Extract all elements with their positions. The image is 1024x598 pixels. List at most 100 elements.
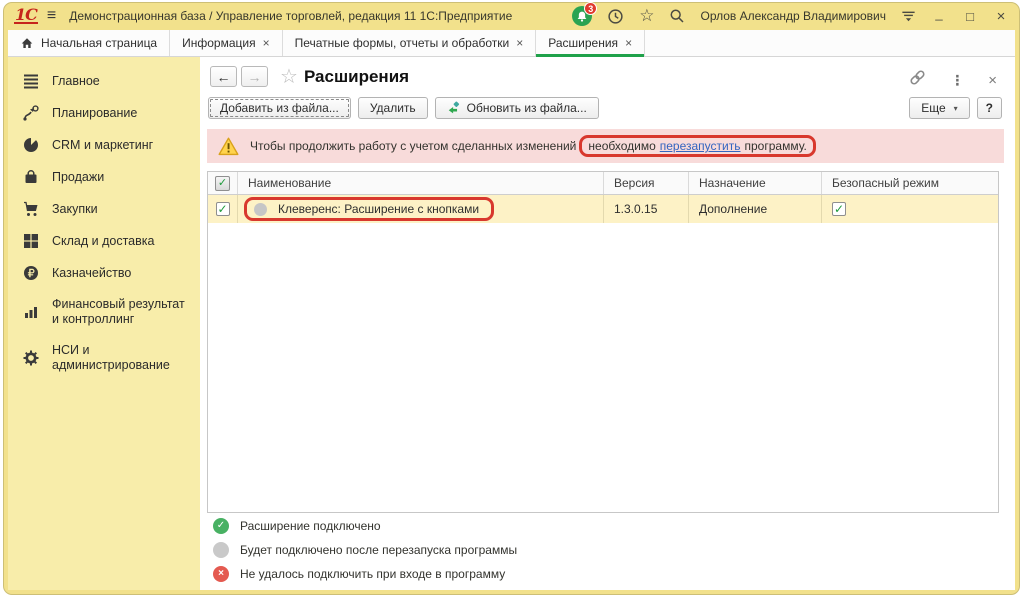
add-from-file-button[interactable]: Добавить из файла... [208, 97, 351, 119]
sidebar-item-label: Склад и доставка [52, 234, 154, 249]
sidebar-item-crm[interactable]: CRM и маркетинг [8, 129, 200, 161]
back-button[interactable]: ← [210, 66, 237, 87]
check-icon: ✓ [834, 203, 844, 215]
user-menu[interactable]: Орлов Александр Владимирович [700, 9, 886, 23]
sidebar-item-financial-result[interactable]: Финансовый результат и контроллинг [8, 289, 200, 335]
select-all-checkbox[interactable]: ✓ [208, 172, 238, 194]
maximize-button[interactable]: □ [962, 9, 978, 24]
table-row[interactable]: ✓ Клеверенс: Расширение с кнопками 1.3.0… [208, 195, 998, 223]
gear-icon [23, 350, 39, 366]
check-icon: ✓ [217, 521, 225, 531]
sidebar-item-sales[interactable]: Продажи [8, 161, 200, 193]
sidebar-item-purchases[interactable]: Закупки [8, 193, 200, 225]
column-header-version[interactable]: Версия [604, 172, 689, 194]
help-button[interactable]: ? [977, 97, 1002, 119]
column-header-purpose[interactable]: Назначение [689, 172, 822, 194]
1c-logo-icon: 1С [14, 8, 38, 24]
sidebar-item-label: Главное [52, 74, 100, 89]
close-form-icon[interactable]: × [988, 73, 997, 88]
more-button[interactable]: Еще ▾ [909, 97, 969, 119]
sidebar-item-administration[interactable]: НСИ и администрирование [8, 335, 200, 381]
close-tab-icon[interactable]: × [516, 37, 523, 49]
home-icon [20, 37, 34, 50]
extension-name: Клеверенс: Расширение с кнопками [278, 202, 479, 216]
history-icon[interactable] [607, 8, 624, 25]
pie-chart-icon [23, 137, 39, 153]
table-empty-area [208, 223, 998, 512]
check-icon: ✓ [218, 178, 227, 189]
restart-warning-banner: Чтобы продолжить работу с учетом сделанн… [207, 129, 1004, 163]
update-button-label: Обновить из файла... [467, 101, 587, 115]
legend-item-connected: ✓ Расширение подключено [213, 518, 517, 534]
check-icon: ✓ [217, 203, 227, 215]
sidebar-item-label: Казначейство [52, 266, 131, 281]
close-tab-icon[interactable]: × [625, 37, 632, 49]
main-menu-icon[interactable]: ≡ [47, 8, 56, 24]
menu-lines-icon [23, 73, 39, 89]
notifications-bell-icon[interactable]: 3 [572, 6, 592, 26]
sidebar-item-main[interactable]: Главное [8, 65, 200, 97]
close-window-button[interactable]: × [993, 8, 1009, 25]
page-title: Расширения [304, 67, 409, 87]
extension-version: 1.3.0.15 [604, 195, 689, 223]
column-header-name[interactable]: Наименование [238, 172, 604, 194]
sidebar: Главное Планирование CRM и маркетин [8, 57, 200, 590]
sidebar-item-label: Закупки [52, 202, 98, 217]
service-menu-icon[interactable] [901, 9, 916, 23]
add-to-favorites-star-icon[interactable]: ☆ [280, 67, 298, 87]
app-window: 1С ≡ Демонстрационная база / Управление … [3, 2, 1020, 595]
status-legend: ✓ Расширение подключено Будет подключено… [213, 518, 517, 582]
tab-home[interactable]: Начальная страница [8, 30, 170, 56]
annotation-box-row: Клеверенс: Расширение с кнопками [244, 197, 494, 221]
ruble-circle-icon [23, 265, 39, 281]
update-from-file-button[interactable]: Обновить из файла... [435, 97, 599, 119]
sidebar-item-planning[interactable]: Планирование [8, 97, 200, 129]
close-tab-icon[interactable]: × [263, 37, 270, 49]
search-icon[interactable] [669, 8, 685, 24]
status-pending-icon [254, 203, 267, 216]
column-header-safe-mode[interactable]: Безопасный режим [822, 172, 998, 194]
legend-item-pending: Будет подключено после перезапуска прогр… [213, 542, 517, 558]
chevron-down-icon: ▾ [954, 104, 958, 113]
legend-label: Не удалось подключить при входе в програ… [240, 567, 505, 581]
more-button-label: Еще [921, 101, 945, 115]
legend-label: Будет подключено после перезапуска прогр… [240, 543, 517, 557]
sidebar-item-warehouse[interactable]: Склад и доставка [8, 225, 200, 257]
update-icon [447, 101, 461, 115]
command-bar: Добавить из файла... Удалить Обновить из… [208, 97, 1002, 119]
tab-print-forms[interactable]: Печатные формы, отчеты и обработки × [283, 30, 537, 56]
cart-icon [23, 201, 39, 217]
sidebar-item-label: Финансовый результат и контроллинг [52, 297, 194, 327]
notification-badge: 3 [584, 2, 597, 15]
kebab-menu-icon[interactable]: ⋮ [950, 73, 964, 87]
minimize-button[interactable]: _ [931, 6, 947, 21]
table-header: ✓ Наименование Версия Назначение Безопас… [208, 172, 998, 195]
sidebar-item-treasury[interactable]: Казначейство [8, 257, 200, 289]
warning-text: программу. [745, 139, 807, 153]
warning-text: необходимо [588, 139, 655, 153]
sidebar-item-label: CRM и маркетинг [52, 138, 153, 153]
annotation-box-warning: необходимо перезапустить программу. [579, 135, 815, 157]
status-connected-icon: ✓ [213, 518, 229, 534]
tab-information[interactable]: Информация × [170, 30, 283, 56]
window-title: Демонстрационная база / Управление торго… [69, 9, 512, 23]
safe-mode-checkbox[interactable]: ✓ [832, 202, 846, 216]
planning-route-icon [23, 105, 39, 121]
form-corner-icons: ⋮ × [909, 69, 997, 91]
tab-extensions[interactable]: Расширения × [536, 30, 645, 56]
tab-label: Информация [182, 36, 255, 50]
legend-label: Расширение подключено [240, 519, 381, 533]
forward-button[interactable]: → [241, 66, 268, 87]
restart-link[interactable]: перезапустить [660, 139, 741, 153]
get-link-icon[interactable] [909, 69, 926, 91]
tab-label: Расширения [548, 36, 618, 50]
bar-chart-icon [23, 304, 39, 320]
row-checkbox[interactable]: ✓ [216, 202, 230, 216]
favorites-star-icon[interactable]: ☆ [639, 6, 654, 26]
extensions-form: ← → ☆ Расширения ⋮ [200, 57, 1015, 590]
legend-item-failed: × Не удалось подключить при входе в прог… [213, 566, 517, 582]
close-icon: × [218, 569, 224, 579]
delete-button[interactable]: Удалить [358, 97, 428, 119]
tab-label: Начальная страница [41, 36, 157, 50]
tab-label: Печатные формы, отчеты и обработки [295, 36, 510, 50]
